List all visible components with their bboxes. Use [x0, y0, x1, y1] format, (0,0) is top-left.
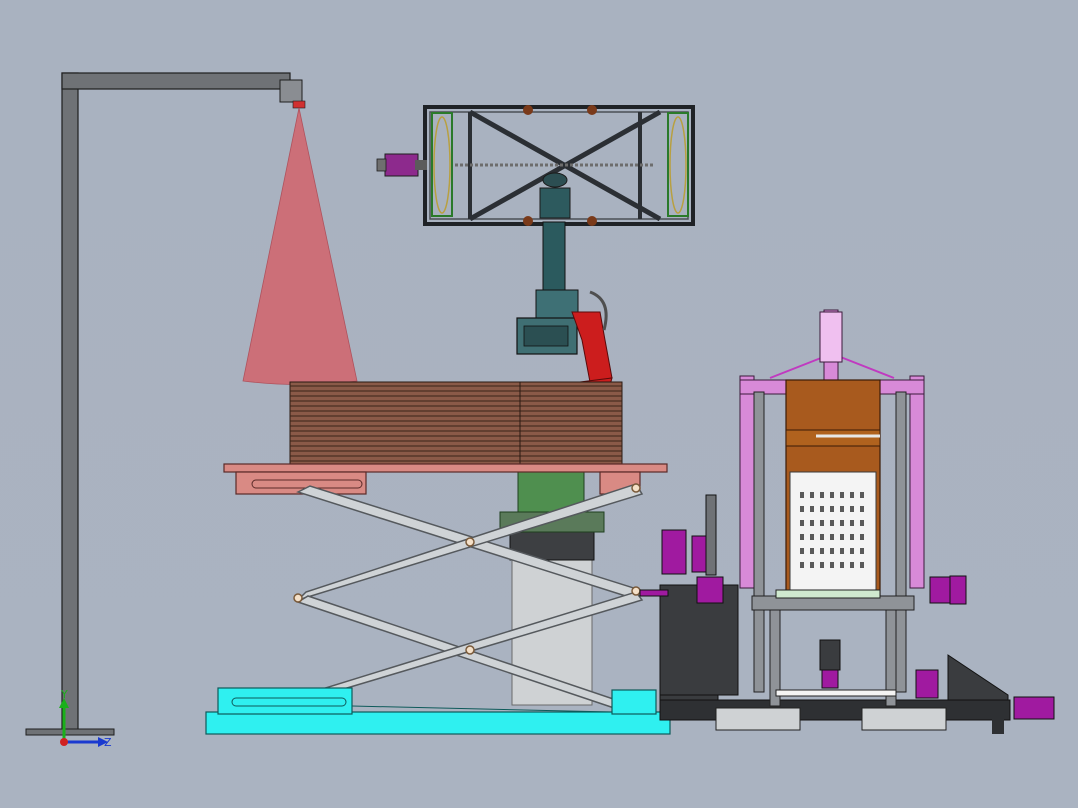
- drive-motor: [1013, 696, 1055, 720]
- sensor-beam-cone: [242, 107, 358, 385]
- robot-arm[interactable]: [516, 221, 613, 406]
- gripper-frame[interactable]: [376, 105, 695, 226]
- post-arm: [61, 72, 291, 90]
- lift-table-top[interactable]: [223, 463, 668, 495]
- triad-y-label: Y: [60, 688, 68, 701]
- sensor-head: [279, 79, 303, 103]
- loading-machine[interactable]: [639, 309, 1055, 734]
- sheet-stack[interactable]: [289, 381, 623, 465]
- triad-z-label: Z: [104, 736, 112, 749]
- post-column: [61, 72, 79, 734]
- gripper-motor: [384, 153, 419, 177]
- post-base-plate: [25, 728, 115, 736]
- assembly-drawing: Y Z: [25, 72, 1055, 749]
- cad-viewport[interactable]: Y Z: [0, 0, 1078, 808]
- sensor-post[interactable]: [25, 72, 306, 736]
- sensor-lens: [292, 100, 306, 109]
